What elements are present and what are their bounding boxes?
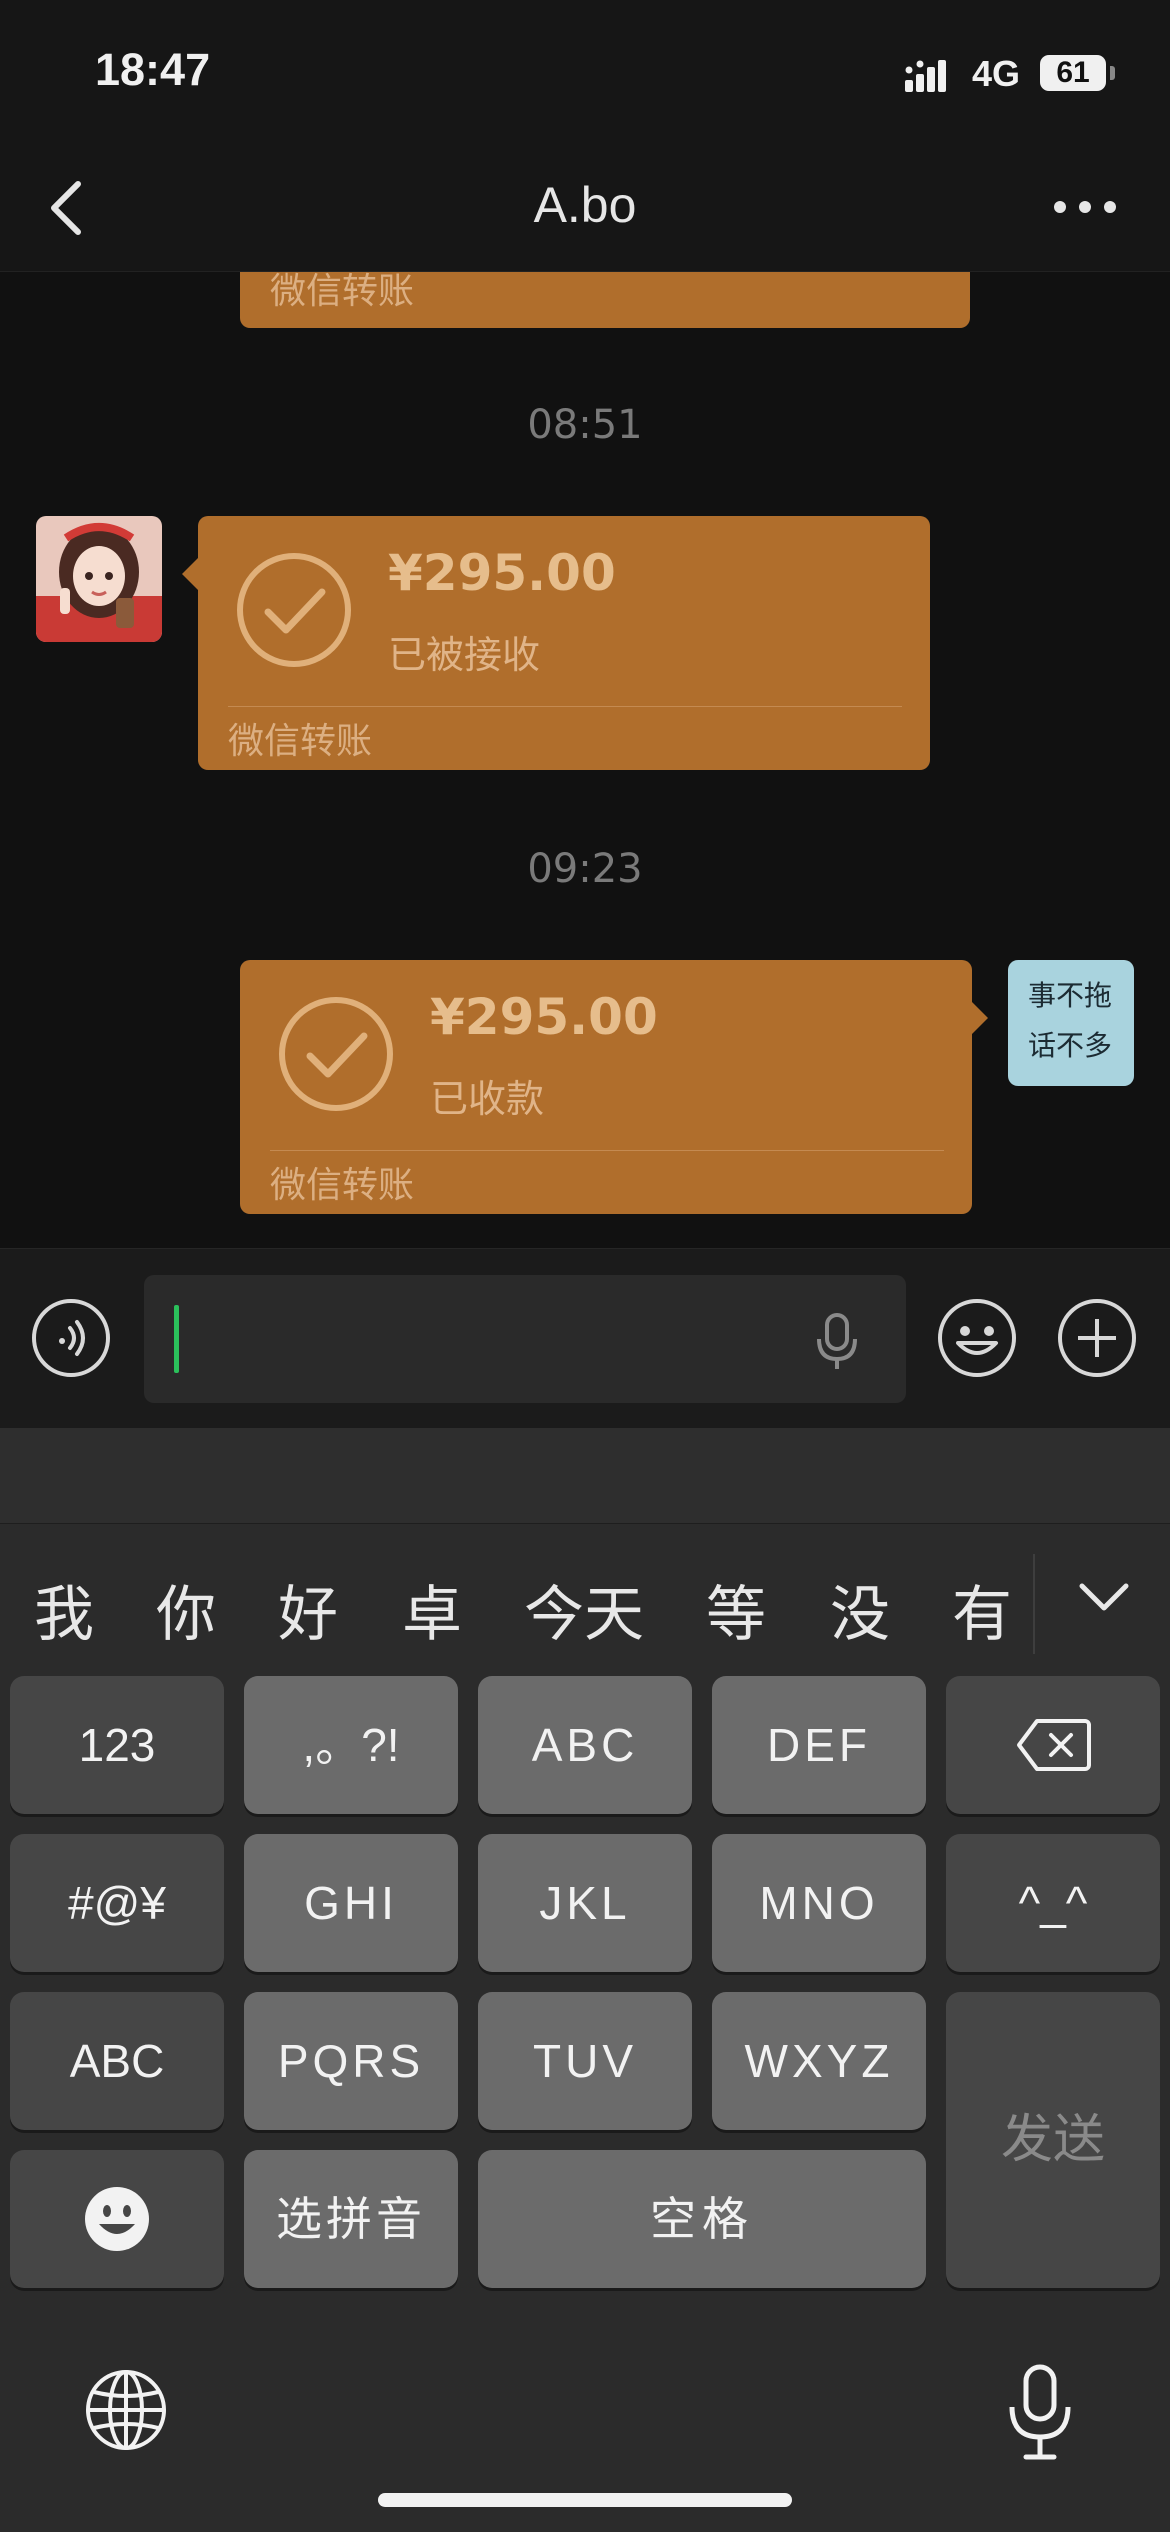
candidate-bar: 我 你 好 卓 今天 等 没 有 [0, 1524, 1170, 1674]
key-wxyz[interactable]: WXYZ [712, 1992, 926, 2130]
pinyin-select-key[interactable]: 选拼音 [244, 2150, 458, 2288]
emoji-key[interactable] [10, 2150, 224, 2288]
globe-icon[interactable] [84, 2368, 168, 2452]
message-timestamp: 08:51 [527, 402, 643, 448]
girl-avatar-illustration [36, 516, 162, 642]
key-123[interactable]: 123 [10, 1676, 224, 1814]
key-mno[interactable]: MNO [712, 1834, 926, 1972]
transfer-bubble-sent[interactable]: ¥295.00 已收款 微信转账 [240, 960, 972, 1214]
check-circle-icon [237, 553, 351, 667]
candidate-word[interactable]: 没 [830, 1566, 890, 1653]
more-options-icon[interactable] [1050, 192, 1120, 222]
add-attachment-icon[interactable] [1056, 1297, 1138, 1379]
bubble-tail [182, 558, 198, 590]
network-type: 4G [972, 53, 1021, 94]
key-def[interactable]: DEF [712, 1676, 926, 1814]
transfer-amount: ¥295.00 [388, 544, 616, 602]
transfer-amount: ¥295.00 [430, 988, 658, 1046]
check-circle-icon [279, 997, 393, 1111]
candidate-divider [1033, 1554, 1035, 1654]
chat-input-bar [0, 1248, 1170, 1428]
key-emoticon[interactable]: ^_^ [946, 1834, 1160, 1972]
signal-strength-icon [905, 60, 946, 92]
chat-history[interactable]: 微信转账 08:51 ¥295.00 已被接收 微信转账 09:23 ¥295.… [0, 272, 1170, 1248]
key-pqrs[interactable]: PQRS [244, 1992, 458, 2130]
key-abc[interactable]: ABC [478, 1676, 692, 1814]
candidate-word[interactable]: 你 [156, 1566, 216, 1653]
status-time: 18:47 [95, 44, 211, 95]
battery-icon: 61 [1040, 55, 1106, 91]
message-input[interactable] [144, 1275, 906, 1403]
candidate-word[interactable]: 卓 [402, 1566, 462, 1653]
emoji-face-icon [85, 2187, 149, 2251]
status-bar: 18:47 4G 61 [0, 0, 1170, 140]
transfer-footer: 微信转账 [270, 1165, 415, 1206]
transfer-bubble-received[interactable]: ¥295.00 已被接收 微信转账 [198, 516, 930, 770]
message-timestamp: 09:23 [527, 846, 643, 892]
keyboard-toolbar [0, 1428, 1170, 1524]
transfer-footer: 微信转账 [228, 721, 373, 762]
key-tuv[interactable]: TUV [478, 1992, 692, 2130]
keyboard: 我 你 好 卓 今天 等 没 有 123 ,。?! ABC DEF #@¥ GH… [0, 1428, 1170, 2532]
avatar-calligraphy-line: 话不多 [1028, 1029, 1113, 1062]
voice-to-text-icon[interactable] [812, 1311, 862, 1371]
candidate-word[interactable]: 好 [278, 1566, 338, 1653]
chat-title: A.bo [533, 177, 637, 233]
bubble-tail [972, 1002, 988, 1034]
avatar-calligraphy-line: 事不拖 [1028, 979, 1113, 1012]
key-punctuation[interactable]: ,。?! [244, 1676, 458, 1814]
transfer-divider [228, 706, 902, 707]
backspace-key[interactable] [946, 1676, 1160, 1814]
transfer-bubble-partial[interactable]: 微信转账 [240, 272, 970, 328]
space-key[interactable]: 空格 [478, 2150, 926, 2288]
text-caret [174, 1305, 179, 1373]
candidate-word[interactable]: 等 [706, 1566, 766, 1653]
home-indicator[interactable] [378, 2493, 792, 2507]
nav-bar: A.bo [0, 140, 1170, 272]
send-key[interactable]: 发送 [946, 1992, 1160, 2288]
key-ghi[interactable]: GHI [244, 1834, 458, 1972]
transfer-status: 已收款 [430, 1077, 545, 1121]
backspace-icon [1017, 1719, 1091, 1771]
transfer-divider [270, 1150, 944, 1151]
transfer-status: 已被接收 [388, 633, 541, 677]
key-jkl[interactable]: JKL [478, 1834, 692, 1972]
contact-avatar[interactable] [36, 516, 162, 642]
emoji-icon[interactable] [936, 1297, 1018, 1379]
chevron-down-icon[interactable] [1076, 1576, 1132, 1616]
candidate-word[interactable]: 我 [34, 1566, 94, 1653]
candidate-word[interactable]: 有 [952, 1566, 1012, 1653]
battery-tip [1110, 66, 1115, 80]
candidate-word[interactable]: 今天 [524, 1566, 644, 1653]
transfer-footer: 微信转账 [270, 272, 415, 312]
voice-input-toggle-icon[interactable] [30, 1297, 112, 1379]
key-symbols[interactable]: #@¥ [10, 1834, 224, 1972]
my-avatar[interactable]: 事不拖 话不多 [1008, 960, 1134, 1086]
dictation-mic-icon[interactable] [1000, 2363, 1080, 2463]
key-switch-abc[interactable]: ABC [10, 1992, 224, 2130]
